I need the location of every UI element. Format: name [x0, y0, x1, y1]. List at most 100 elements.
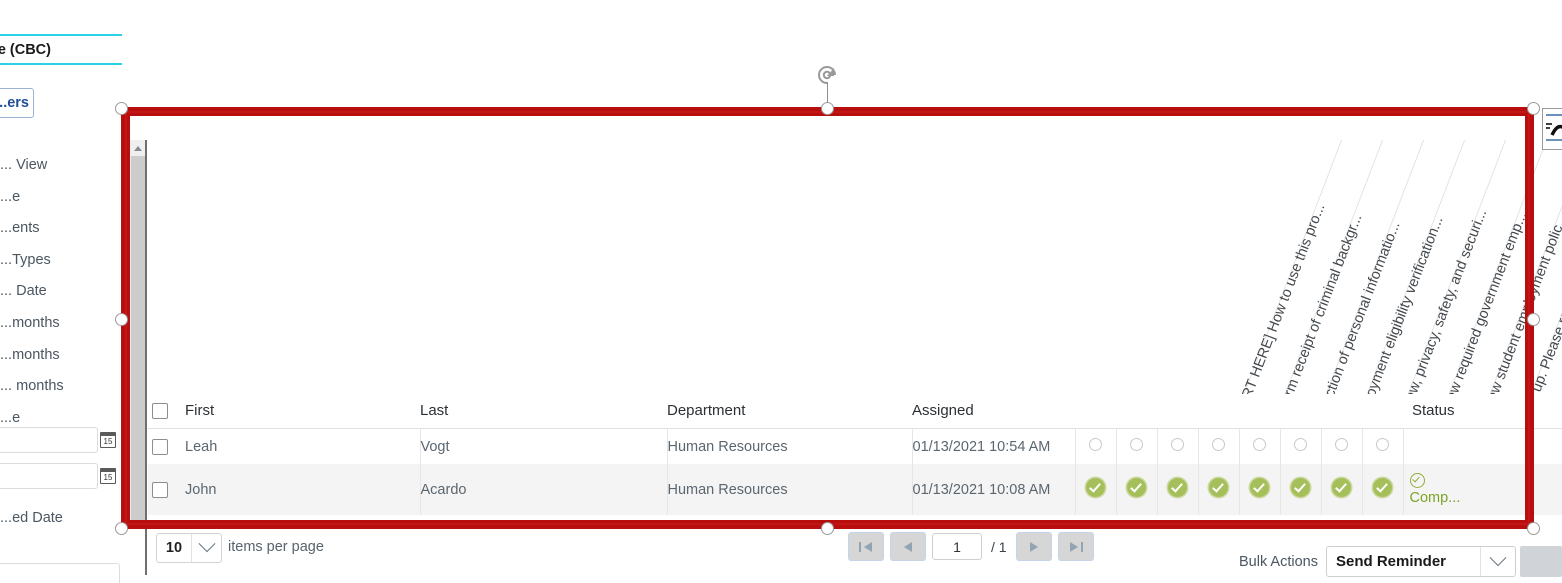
task-status-cell[interactable] — [1116, 428, 1158, 465]
task-status-cell[interactable] — [1321, 464, 1363, 516]
resize-handle-bottom-right[interactable] — [1527, 522, 1540, 535]
task-pending-icon — [1376, 438, 1389, 452]
task-complete-icon — [1168, 478, 1187, 498]
bulk-actions-group: Bulk Actions Send Reminder — [1239, 546, 1562, 577]
resize-handle-top-right[interactable] — [1527, 102, 1540, 115]
screen-root: ...w Student Employee (CBC) ...ers ... V… — [0, 0, 1562, 583]
task-pending-icon — [1089, 438, 1102, 452]
list-item[interactable]: ... months — [0, 371, 122, 403]
next-page-button[interactable] — [1015, 532, 1052, 561]
table-row[interactable]: John Acardo Human Resources 01/13/2021 1… — [148, 464, 1562, 516]
column-header-status[interactable]: Status — [1403, 394, 1473, 430]
bulk-actions-select[interactable]: Send Reminder — [1326, 546, 1516, 577]
task-status-cell[interactable] — [1157, 428, 1199, 465]
task-complete-icon — [1086, 478, 1105, 498]
chevron-down-icon[interactable] — [1480, 547, 1515, 576]
cell-assigned: 01/13/2021 10:54 AM — [912, 428, 1076, 465]
table-row[interactable]: Leah Vogt Human Resources 01/13/2021 10:… — [148, 428, 1562, 465]
prev-page-icon — [900, 541, 916, 553]
task-grid: [START HERE] How to use this pro... Conf… — [148, 140, 1562, 528]
items-per-page-select[interactable]: 10 — [156, 533, 222, 563]
list-item[interactable]: ... Date — [0, 276, 122, 308]
items-per-page-label: items per page — [228, 539, 324, 555]
date-to-input[interactable] — [0, 463, 98, 489]
list-item[interactable]: ...months — [0, 340, 122, 372]
task-pending-icon — [1294, 438, 1307, 452]
task-pending-icon — [1130, 438, 1143, 452]
calendar-icon[interactable] — [100, 432, 116, 448]
task-status-cell[interactable] — [1280, 464, 1322, 516]
filter-options-list: ... View ...e ...ents ...Types ... Date … — [0, 150, 122, 466]
rotated-column-headers: [START HERE] How to use this pro... Conf… — [1229, 140, 1562, 432]
column-header-assigned[interactable]: Assigned — [912, 394, 1075, 430]
cell-first: Leah — [172, 428, 421, 465]
calendar-icon[interactable] — [100, 468, 116, 484]
rotate-handle-icon[interactable] — [814, 62, 842, 90]
task-status-cell[interactable] — [1362, 428, 1404, 465]
task-status-cell[interactable] — [1075, 464, 1117, 516]
row-checkbox[interactable] — [152, 438, 168, 455]
resize-handle-mid-right[interactable] — [1527, 313, 1540, 326]
task-table: First Last Department Assigned Status Le… — [148, 394, 1562, 516]
status-badge: Comp... — [1409, 490, 1461, 507]
curve-tool-button[interactable] — [1542, 108, 1562, 150]
bulk-actions-value: Send Reminder — [1336, 553, 1447, 570]
task-pending-icon — [1253, 438, 1266, 452]
column-header-department[interactable]: Department — [667, 394, 912, 430]
column-header-first[interactable]: First — [172, 394, 420, 430]
grid-left-divider — [145, 140, 147, 575]
resize-handle-bottom-center[interactable] — [821, 522, 834, 535]
task-status-cell[interactable] — [1280, 428, 1322, 465]
filters-button[interactable]: ...ers — [0, 88, 34, 118]
list-item[interactable]: ...ents — [0, 213, 122, 245]
task-status-cell[interactable] — [1362, 464, 1404, 516]
bottom-filter-box[interactable] — [0, 563, 120, 583]
list-item[interactable]: ...months — [0, 308, 122, 340]
cell-first: John — [172, 464, 421, 516]
task-status-cell[interactable] — [1239, 464, 1281, 516]
chevron-down-icon[interactable] — [191, 534, 221, 562]
scroll-up-arrow-icon[interactable] — [130, 140, 145, 156]
resize-handle-top-center[interactable] — [821, 102, 834, 115]
list-item[interactable]: ...e — [0, 182, 122, 214]
cell-department: Human Resources — [667, 428, 913, 465]
template-select[interactable]: ...w Student Employee (CBC) — [0, 34, 122, 65]
column-header-last[interactable]: Last — [420, 394, 667, 430]
task-status-cell[interactable] — [1198, 428, 1240, 465]
resize-handle-bottom-left[interactable] — [115, 522, 128, 535]
table-header-row: First Last Department Assigned Status — [148, 394, 1562, 430]
grid-vertical-scrollbar[interactable] — [130, 140, 146, 522]
last-page-button[interactable] — [1057, 532, 1094, 561]
left-filter-panel: ...w Student Employee (CBC) ...ers ... V… — [0, 0, 122, 583]
cell-status — [1403, 428, 1473, 465]
task-status-cell[interactable] — [1116, 464, 1158, 516]
list-item[interactable]: ...Types — [0, 245, 122, 277]
bulk-actions-apply-button[interactable] — [1520, 546, 1562, 577]
cell-assigned: 01/13/2021 10:08 AM — [912, 464, 1076, 516]
select-all-checkbox[interactable] — [152, 403, 168, 420]
date-from-input[interactable] — [0, 427, 98, 453]
resize-handle-top-left[interactable] — [115, 102, 128, 115]
resize-handle-mid-left[interactable] — [115, 313, 128, 326]
task-status-cell[interactable] — [1239, 428, 1281, 465]
task-status-cell[interactable] — [1157, 464, 1199, 516]
template-select-value: ...w Student Employee (CBC) — [0, 41, 51, 58]
page-number-input[interactable]: 1 — [932, 533, 982, 560]
task-status-cell[interactable] — [1198, 464, 1240, 516]
task-status-cell[interactable] — [1075, 428, 1117, 465]
task-pending-icon — [1212, 438, 1225, 452]
task-complete-icon — [1373, 478, 1392, 498]
task-complete-icon — [1291, 478, 1310, 498]
row-checkbox[interactable] — [152, 481, 168, 498]
task-complete-icon — [1250, 478, 1269, 498]
cell-last: Acardo — [420, 464, 668, 516]
task-status-cell[interactable] — [1321, 428, 1363, 465]
list-item[interactable]: ... View — [0, 150, 122, 182]
task-complete-icon — [1127, 478, 1146, 498]
task-pending-icon — [1335, 438, 1348, 452]
page-total-label: / 1 — [991, 538, 1007, 555]
first-page-icon — [858, 541, 874, 553]
next-page-icon — [1026, 541, 1042, 553]
first-page-button[interactable] — [848, 532, 884, 561]
prev-page-button[interactable] — [890, 532, 926, 561]
